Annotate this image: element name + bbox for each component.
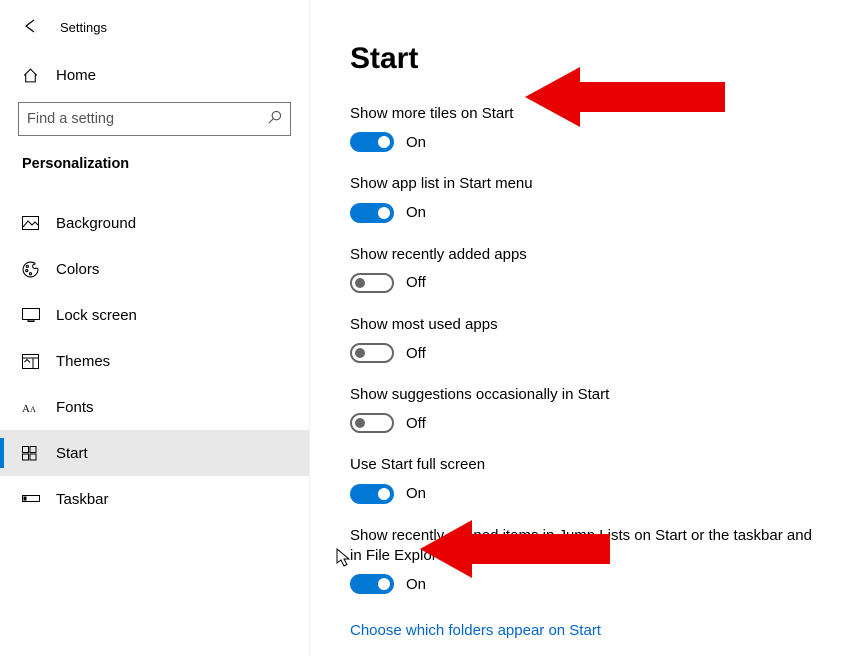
search-input[interactable] xyxy=(27,111,257,127)
setting-jump-lists: Show recently opened items in Jump Lists… xyxy=(350,526,812,595)
setting-label: Show more tiles on Start xyxy=(350,104,812,124)
setting-show-more-tiles: Show more tiles on Start On xyxy=(350,104,812,152)
svg-text:A: A xyxy=(30,405,36,414)
setting-label: Show most used apps xyxy=(350,315,812,335)
toggle-full-screen[interactable] xyxy=(350,484,394,504)
themes-icon xyxy=(22,354,40,369)
toggle-show-app-list[interactable] xyxy=(350,203,394,223)
toggle-state: On xyxy=(406,576,426,593)
sidebar-item-home[interactable]: Home xyxy=(0,57,309,96)
nav-label: Taskbar xyxy=(56,491,109,508)
setting-label: Use Start full screen xyxy=(350,455,812,475)
svg-text:A: A xyxy=(22,403,30,414)
start-icon xyxy=(22,446,40,461)
toggle-state: On xyxy=(406,134,426,151)
section-header-personalization: Personalization xyxy=(0,148,309,182)
nav-label: Lock screen xyxy=(56,307,137,324)
setting-label: Show recently added apps xyxy=(350,245,812,265)
toggle-state: Off xyxy=(406,274,426,291)
sidebar-item-taskbar[interactable]: Taskbar xyxy=(0,476,309,522)
toggle-state: Off xyxy=(406,415,426,432)
toggle-jump-lists[interactable] xyxy=(350,574,394,594)
colors-icon xyxy=(22,261,40,278)
setting-label: Show app list in Start menu xyxy=(350,174,812,194)
page-title: Start xyxy=(350,42,812,76)
nav-label: Fonts xyxy=(56,399,94,416)
home-icon xyxy=(22,67,40,84)
toggle-show-more-tiles[interactable] xyxy=(350,132,394,152)
sidebar-item-themes[interactable]: Themes xyxy=(0,338,309,384)
nav-label: Themes xyxy=(56,353,110,370)
main-content: Start Show more tiles on Start On Show a… xyxy=(310,0,852,656)
toggle-state: Off xyxy=(406,345,426,362)
taskbar-icon xyxy=(22,495,40,503)
window-title: Settings xyxy=(60,20,107,35)
toggle-recently-added[interactable] xyxy=(350,273,394,293)
sidebar-item-lock-screen[interactable]: Lock screen xyxy=(0,292,309,338)
home-label: Home xyxy=(56,67,96,84)
toggle-state: On xyxy=(406,485,426,502)
setting-label: Show suggestions occasionally in Start xyxy=(350,385,812,405)
fonts-icon: AA xyxy=(22,400,40,414)
sidebar-item-background[interactable]: Background xyxy=(0,200,309,246)
toggle-most-used[interactable] xyxy=(350,343,394,363)
sidebar-item-fonts[interactable]: AA Fonts xyxy=(0,384,309,430)
background-icon xyxy=(22,216,40,230)
setting-recently-added: Show recently added apps Off xyxy=(350,245,812,293)
search-icon xyxy=(267,110,282,128)
setting-suggestions: Show suggestions occasionally in Start O… xyxy=(350,385,812,433)
setting-full-screen: Use Start full screen On xyxy=(350,455,812,503)
toggle-state: On xyxy=(406,204,426,221)
setting-most-used: Show most used apps Off xyxy=(350,315,812,363)
sidebar-item-start[interactable]: Start xyxy=(0,430,309,476)
sidebar: Settings Home Personalization Background xyxy=(0,0,310,656)
nav-label: Colors xyxy=(56,261,99,278)
nav-label: Background xyxy=(56,215,136,232)
nav-label: Start xyxy=(56,445,88,462)
back-icon[interactable] xyxy=(22,18,38,37)
lock-screen-icon xyxy=(22,308,40,322)
setting-show-app-list: Show app list in Start menu On xyxy=(350,174,812,222)
toggle-suggestions[interactable] xyxy=(350,413,394,433)
choose-folders-link[interactable]: Choose which folders appear on Start xyxy=(350,622,601,639)
search-box[interactable] xyxy=(18,102,291,136)
sidebar-item-colors[interactable]: Colors xyxy=(0,246,309,292)
setting-label: Show recently opened items in Jump Lists… xyxy=(350,526,812,567)
